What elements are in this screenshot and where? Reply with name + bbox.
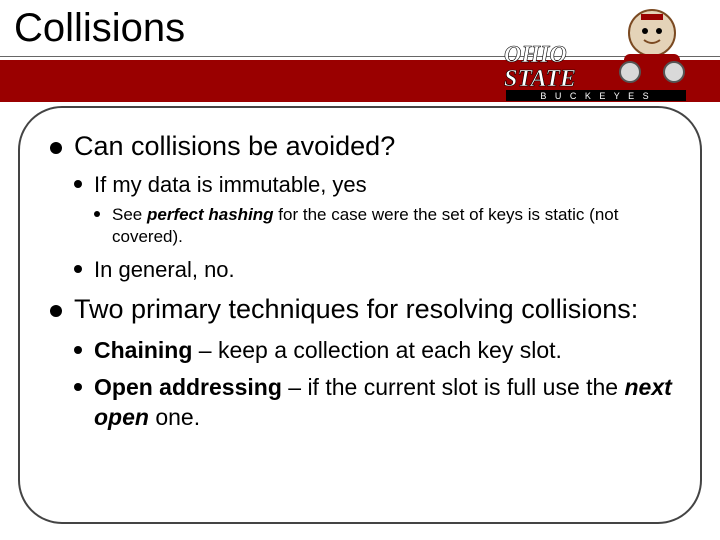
point-two-techniques: Two primary techniques for resolving col… — [50, 293, 672, 432]
slide-title: Collisions — [14, 6, 185, 51]
ohio-state-logo: OHIO STATE B U C K E Y E S — [504, 6, 692, 102]
term-chaining: Chaining — [94, 337, 192, 363]
subpoint-text: If my data is immutable, yes — [94, 172, 367, 197]
svg-text:STATE: STATE — [504, 66, 576, 92]
emphasis-perfect-hashing: perfect hashing — [147, 205, 274, 224]
svg-text:B U C K E Y E S: B U C K E Y E S — [540, 91, 651, 101]
content-card: Can collisions be avoided? If my data is… — [18, 106, 702, 524]
subpoint-chaining: Chaining – keep a collection at each key… — [74, 336, 672, 365]
subsubpoint-perfect-hashing: See perfect hashing for the case were th… — [94, 204, 672, 248]
point-text: Two primary techniques for resolving col… — [74, 294, 638, 324]
subpoint-text: In general, no. — [94, 257, 235, 282]
slide: Collisions OHIO STATE B U C K E Y E S Ca… — [0, 0, 720, 540]
point-text: Can collisions be avoided? — [74, 131, 395, 161]
bullet-list: Can collisions be avoided? If my data is… — [50, 130, 672, 432]
term-open-addressing: Open addressing — [94, 374, 282, 400]
subpoint-in-general-no: In general, no. — [74, 256, 672, 283]
subpoint-open-addressing: Open addressing – if the current slot is… — [74, 373, 672, 432]
point-can-collisions-be-avoided: Can collisions be avoided? If my data is… — [50, 130, 672, 283]
subpoint-immutable: If my data is immutable, yes See perfect… — [74, 171, 672, 248]
svg-text:OHIO: OHIO — [504, 42, 567, 68]
